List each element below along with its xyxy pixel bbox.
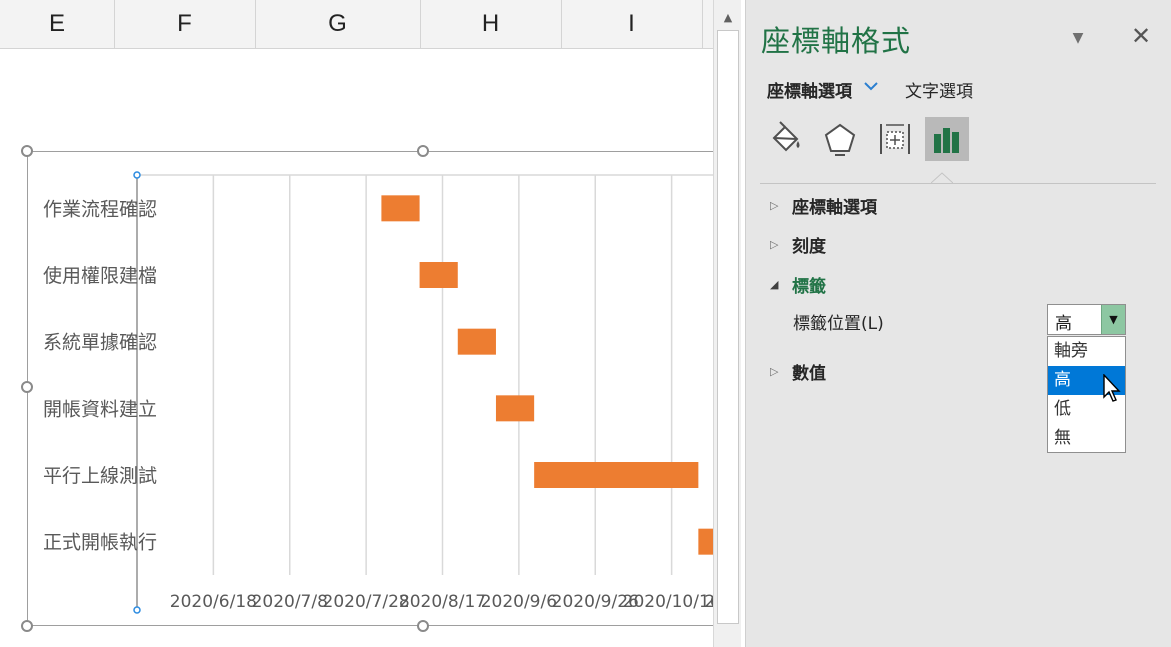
gantt-chart-plot[interactable]: 2020/6/182020/7/82020/7/282020/8/172020/… <box>0 0 713 647</box>
triangle-expanded-icon: ◢ <box>770 278 779 291</box>
gantt-bar <box>419 262 458 288</box>
tab-axis-options[interactable]: 座標軸選項 <box>767 77 852 102</box>
x-tick-label: 2020/10/16 <box>623 592 713 612</box>
section-labels[interactable]: ◢ 標籤 <box>770 272 826 297</box>
pentagon-icon[interactable] <box>818 117 862 161</box>
option-next-to-axis[interactable]: 軸旁 <box>1048 337 1125 366</box>
x-tick-label: 2020/9/6 <box>481 592 557 612</box>
resize-handle-top-center[interactable] <box>417 145 429 157</box>
x-tick-label: 2020/8/17 <box>399 592 486 612</box>
x-tick-label: 2020/6/18 <box>170 592 257 612</box>
gantt-bar <box>534 462 699 488</box>
triangle-right-icon: ▷ <box>770 238 779 251</box>
mouse-cursor-icon <box>1103 374 1121 402</box>
gantt-bar <box>495 395 535 422</box>
pane-divider <box>760 183 1156 184</box>
gantt-bar <box>698 528 713 555</box>
axis-selection-handle-top <box>133 171 141 179</box>
category-label: 正式開帳執行 <box>43 532 157 554</box>
bar-chart-icon[interactable] <box>925 117 969 161</box>
label-position-select[interactable]: 高 ▼ <box>1047 304 1126 335</box>
category-label: 開帳資料建立 <box>43 398 157 420</box>
gantt-bar <box>457 328 496 355</box>
selected-tab-pointer <box>931 172 953 184</box>
format-axis-pane: 座標軸格式 ▼ ✕ 座標軸選項 文字選項 ▷ 座標軸選項 ▷ 刻度 ◢ 標籤 標… <box>745 0 1171 647</box>
section-label: 座標軸選項 <box>792 198 877 218</box>
label-position-label: 標籤位置(L) <box>793 314 884 334</box>
resize-handle-middle-left[interactable] <box>21 381 33 393</box>
category-label: 使用權限建檔 <box>43 265 157 287</box>
resize-handle-bottom-left[interactable] <box>21 620 33 632</box>
section-label: 刻度 <box>792 237 826 257</box>
vertical-scrollbar[interactable]: ▲ <box>713 0 741 647</box>
resize-handle-top-left[interactable] <box>21 145 33 157</box>
tab-text-options[interactable]: 文字選項 <box>905 77 973 102</box>
x-tick-label: 2020/7/8 <box>252 592 328 612</box>
triangle-down-icon[interactable]: ▼ <box>1068 28 1088 48</box>
category-label: 系統單據確認 <box>43 332 157 354</box>
section-number[interactable]: ▷ 數值 <box>770 359 826 384</box>
dropdown-arrow-icon[interactable]: ▼ <box>1101 305 1125 334</box>
x-tick-label: 2020/11/5 <box>704 592 713 612</box>
section-label: 數值 <box>792 364 826 384</box>
category-label: 作業流程確認 <box>43 198 157 220</box>
paint-bucket-icon[interactable] <box>763 117 807 161</box>
option-none[interactable]: 無 <box>1048 424 1125 453</box>
triangle-right-icon: ▷ <box>770 365 779 378</box>
triangle-right-icon: ▷ <box>770 199 779 212</box>
category-label: 平行上線測試 <box>43 465 157 487</box>
scroll-up-arrow-icon[interactable]: ▲ <box>717 6 739 28</box>
chevron-down-icon[interactable] <box>863 78 879 96</box>
section-label: 標籤 <box>792 277 826 297</box>
size-properties-icon[interactable] <box>873 117 917 161</box>
worksheet-area[interactable]: E F G H I 2020/6/18 2020/7/8 2020/7/28 2020… <box>0 0 713 647</box>
label-position-value: 高 <box>1055 314 1072 334</box>
scrollbar-thumb[interactable] <box>717 30 739 624</box>
section-axis-options[interactable]: ▷ 座標軸選項 <box>770 193 877 218</box>
gantt-bar <box>381 195 420 222</box>
pane-title: 座標軸格式 <box>761 24 912 58</box>
x-tick-label: 2020/7/28 <box>323 592 410 612</box>
resize-handle-bottom-center[interactable] <box>417 620 429 632</box>
axis-selection-handle-bottom <box>133 606 141 614</box>
close-icon[interactable]: ✕ <box>1129 22 1153 50</box>
section-tick-marks[interactable]: ▷ 刻度 <box>770 232 826 257</box>
